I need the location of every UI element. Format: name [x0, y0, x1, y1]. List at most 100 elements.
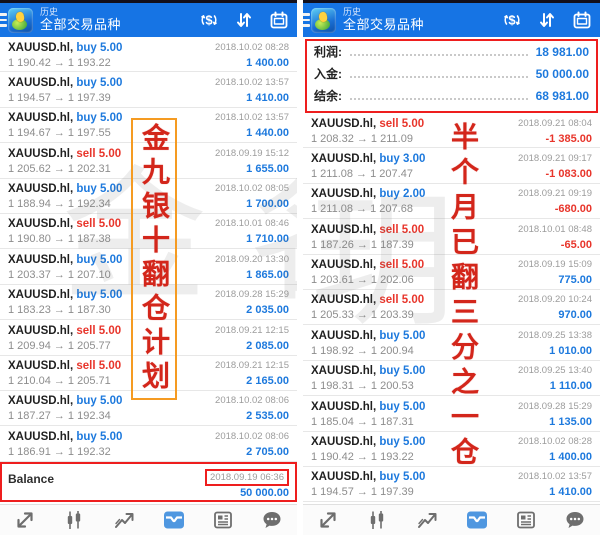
trade-icon[interactable]: [416, 509, 438, 531]
trade-info: XAUUSD.hl, buy 5.00 1 194.57 → 1 197.39: [8, 75, 122, 107]
trade-side-volume: sell 5.00: [76, 360, 122, 373]
trade-result: 2018.09.19 15:09 775.00: [518, 257, 592, 289]
trade-symbol: XAUUSD.hl,: [8, 147, 74, 160]
charts-icon[interactable]: [63, 509, 85, 531]
trade-prices: 1 209.94 → 1 205.77: [8, 339, 111, 352]
trade-datetime: 2018.10.02 08:06: [215, 395, 289, 407]
trade-result: 2018.09.21 12:15 2 165.00: [215, 358, 289, 390]
trade-prices: 1 194.57 → 1 197.39: [8, 91, 111, 104]
history-icon[interactable]: [465, 509, 488, 531]
trade-info: XAUUSD.hl, buy 5.00 1 187.27 → 1 192.34: [8, 393, 122, 425]
trade-side-volume: buy 5.00: [76, 76, 123, 89]
header-icon-strip: $: [199, 10, 297, 30]
summary-label: 结余:: [314, 89, 342, 103]
news-icon[interactable]: [515, 509, 537, 531]
trade-symbol: XAUUSD.hl,: [8, 289, 74, 302]
trade-icon[interactable]: [113, 509, 135, 531]
trade-result: 2018.10.02 08:28 1 400.00: [215, 40, 289, 72]
svg-text:$: $: [508, 13, 516, 28]
trade-datetime: 2018.10.02 08:28: [215, 41, 289, 53]
trade-side-volume: buy 5.00: [76, 253, 123, 266]
trade-symbol: XAUUSD.hl,: [311, 117, 377, 130]
summary-row: 入金: 50 000.00: [314, 65, 589, 87]
trade-profit: 1 410.00: [246, 91, 289, 104]
trade-datetime: 2018.09.21 09:17: [518, 152, 592, 164]
summary-value: 18 981.00: [535, 45, 589, 59]
trade-info: XAUUSD.hl, buy 3.00 1 211.08 → 1 207.47: [311, 151, 425, 183]
trade-profit: -65.00: [560, 238, 592, 251]
currency-exchange-icon[interactable]: $: [199, 10, 219, 30]
summary-label: 利润:: [314, 45, 342, 59]
table-row-trade[interactable]: XAUUSD.hl, buy 5.00 1 194.57 → 1 197.39 …: [303, 467, 600, 503]
table-row-trade[interactable]: XAUUSD.hl, buy 5.00 1 186.91 → 1 192.32 …: [0, 426, 297, 462]
hamburger-menu-icon[interactable]: [0, 13, 7, 27]
trade-prices: 1 203.37 → 1 207.10: [8, 268, 111, 281]
trade-profit: 1 135.00: [549, 415, 592, 428]
trade-profit: 1 655.00: [246, 162, 289, 175]
trade-side-volume: buy 5.00: [76, 183, 123, 196]
trade-info: XAUUSD.hl, sell 5.00 1 203.61 → 1 202.06: [311, 257, 424, 289]
charts-icon[interactable]: [366, 509, 388, 531]
trade-result: 2018.10.02 08:05 1 700.00: [215, 181, 289, 213]
trade-datetime: 2018.10.02 08:06: [215, 430, 289, 442]
trade-result: 2018.09.20 13:30 1 865.00: [215, 252, 289, 284]
trade-symbol: XAUUSD.hl,: [8, 360, 74, 373]
trade-symbol: XAUUSD.hl,: [8, 218, 74, 231]
trade-symbol: XAUUSD.hl,: [8, 253, 74, 266]
messages-icon[interactable]: [261, 509, 283, 531]
trade-profit: 1 410.00: [549, 486, 592, 499]
trade-info: XAUUSD.hl, sell 5.00 1 208.32 → 1 211.09: [311, 116, 424, 148]
trade-side-volume: buy 5.00: [379, 400, 426, 413]
trade-side-volume: buy 5.00: [76, 395, 123, 408]
trade-info: XAUUSD.hl, buy 2.00 1 211.08 → 1 207.68: [311, 186, 425, 218]
trade-side-volume: buy 5.00: [76, 41, 123, 54]
trade-result: 2018.09.21 08:04 -1 385.00: [518, 116, 592, 148]
trade-info: XAUUSD.hl, buy 5.00 1 194.57 → 1 197.39: [311, 469, 425, 501]
calendar-icon[interactable]: [269, 10, 289, 30]
trade-symbol: XAUUSD.hl,: [8, 395, 74, 408]
trade-info: XAUUSD.hl, buy 5.00 1 185.04 → 1 187.31: [311, 399, 425, 431]
trade-symbol: XAUUSD.hl,: [311, 436, 377, 449]
trade-side-volume: buy 5.00: [76, 289, 123, 302]
table-row-trade[interactable]: XAUUSD.hl, buy 5.00 1 194.57 → 1 197.39 …: [0, 72, 297, 108]
trade-result: 2018.09.25 13:40 1 110.00: [518, 363, 592, 395]
header-titles: 历史 全部交易品种: [343, 7, 424, 32]
balance-label: Balance: [8, 471, 55, 486]
hamburger-menu-icon[interactable]: [303, 13, 310, 27]
header-titles: 历史 全部交易品种: [40, 7, 121, 32]
trade-profit: 2 085.00: [246, 339, 289, 352]
annotation-vertical-text: 金九银十翻仓计划: [131, 118, 177, 400]
trade-side-volume: buy 3.00: [379, 152, 426, 165]
table-row-trade[interactable]: XAUUSD.hl, buy 5.00 1 190.42 → 1 193.22 …: [0, 37, 297, 73]
trade-prices: 1 211.08 → 1 207.68: [311, 203, 413, 216]
trade-prices: 1 205.33 → 1 203.39: [311, 309, 414, 322]
quotes-icon[interactable]: [317, 509, 339, 531]
messages-icon[interactable]: [564, 509, 586, 531]
trade-side-volume: buy 5.00: [76, 430, 123, 443]
sort-icon[interactable]: [234, 10, 254, 30]
screenshot-collage: 历史 全部交易品种 $ XAUUSD.hl, buy 5.00 1 190.42…: [0, 0, 600, 535]
history-icon[interactable]: [162, 509, 185, 531]
trade-profit: 2 705.00: [246, 445, 289, 458]
news-icon[interactable]: [212, 509, 234, 531]
trade-symbol: XAUUSD.hl,: [311, 471, 377, 484]
trade-datetime: 2018.10.02 08:05: [215, 183, 289, 195]
currency-exchange-icon[interactable]: $: [502, 10, 522, 30]
trade-prices: 1 187.27 → 1 192.34: [8, 410, 111, 423]
trade-result: 2018.09.21 12:15 2 085.00: [215, 323, 289, 355]
calendar-icon[interactable]: [572, 10, 592, 30]
quotes-icon[interactable]: [14, 509, 36, 531]
dotted-leader: [350, 98, 528, 100]
trade-symbol: XAUUSD.hl,: [8, 76, 74, 89]
balance-row[interactable]: Balance 2018.09.19 06:36 50 000.00: [0, 461, 297, 502]
sort-icon[interactable]: [537, 10, 557, 30]
trade-result: 2018.10.02 08:06 2 535.00: [215, 393, 289, 425]
trade-prices: 1 211.08 → 1 207.47: [311, 167, 413, 180]
trade-prices: 1 185.04 → 1 187.31: [311, 415, 414, 428]
trade-result: 2018.09.21 09:17 -1 083.00: [518, 151, 592, 183]
trade-info: XAUUSD.hl, buy 5.00 1 198.92 → 1 200.94: [311, 328, 425, 360]
trade-result: 2018.09.28 15:29 1 135.00: [518, 399, 592, 431]
mt4-app-icon: [311, 7, 336, 33]
dotted-leader: [350, 76, 528, 78]
trade-symbol: XAUUSD.hl,: [311, 329, 377, 342]
